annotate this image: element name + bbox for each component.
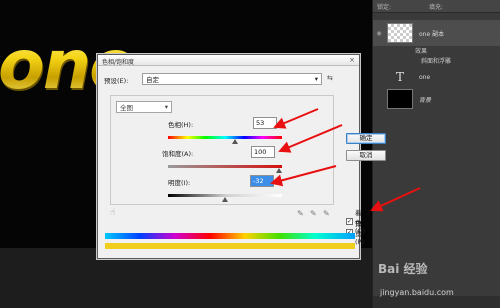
edit-range-dropdown[interactable]: 全图 ▾	[116, 101, 172, 113]
lightness-slider-thumb[interactable]	[222, 197, 228, 202]
layer-name: one 副本	[419, 30, 445, 38]
preset-options-icon[interactable]: ⇆	[327, 74, 333, 82]
preset-dropdown[interactable]: 自定 ▾	[142, 73, 322, 85]
layer-row-one-copy[interactable]: ◉ one 副本	[373, 20, 500, 46]
layer-row-background[interactable]: 背景	[373, 88, 500, 110]
ok-button[interactable]: 确定	[346, 133, 386, 144]
watermark-url: jingyan.baidu.com	[380, 288, 454, 297]
close-icon[interactable]: ×	[349, 57, 355, 64]
saturation-input[interactable]: 100	[251, 146, 275, 158]
dialog-title: 色相/饱和度	[102, 59, 135, 66]
edit-range-value: 全图	[120, 104, 133, 112]
chevron-down-icon: ▾	[164, 103, 168, 111]
hue-input[interactable]: 53	[253, 117, 277, 129]
layers-panel-footer	[373, 296, 500, 308]
effects-label: 效果	[415, 48, 428, 55]
preset-label: 预设(E):	[104, 77, 129, 85]
saturation-slider-thumb[interactable]	[276, 168, 282, 173]
layer-name: one	[419, 73, 431, 81]
watermark-logo: Bai 经验	[378, 260, 428, 277]
layer-name: 背景	[419, 96, 432, 104]
lock-label: 锁定:	[377, 4, 392, 11]
visibility-eye-icon[interactable]: ◉	[373, 30, 385, 37]
hue-slider-track[interactable]	[168, 136, 282, 139]
preview-label: 预览(P)	[355, 220, 364, 246]
source-color-bar	[105, 233, 355, 239]
layers-panel-toolbar: 锁定: 填充:	[373, 0, 500, 13]
lightness-label: 明度(I):	[168, 179, 191, 187]
text-layer-icon: T	[395, 70, 404, 84]
watermark-brand: Bai 经验	[378, 262, 428, 276]
preset-value: 自定	[146, 76, 159, 84]
chevron-down-icon: ▾	[314, 75, 318, 83]
bevel-emboss-label: 斜面和浮雕	[421, 58, 452, 65]
result-color-bar	[105, 243, 355, 249]
targeted-adjustment-hand-icon[interactable]: ☝	[110, 208, 115, 218]
hue-label: 色相(H):	[168, 121, 194, 129]
saturation-label: 饱和度(A):	[162, 150, 194, 158]
fill-label: 填充:	[429, 4, 444, 11]
layer-effects-row[interactable]: 效果	[373, 46, 500, 55]
layer-thumbnail	[387, 23, 413, 43]
lightness-input[interactable]: -32	[250, 175, 274, 187]
hue-saturation-dialog: 色相/饱和度 × 预设(E): 自定 ▾ ⇆ 确定 取消 全图 ▾ 色相(H):…	[97, 54, 386, 259]
eyedropper-minus-icon[interactable]: ✎	[323, 209, 330, 218]
eyedropper-icon[interactable]: ✎	[297, 209, 304, 218]
preview-checkbox-row[interactable]: ✓ 预览(P)	[346, 218, 364, 246]
hue-slider-thumb[interactable]	[232, 139, 238, 144]
eyedropper-plus-icon[interactable]: ✎	[310, 209, 317, 218]
layer-row-one[interactable]: T one	[373, 66, 500, 88]
layer-effect-bevel-row[interactable]: 斜面和浮雕	[373, 56, 500, 65]
saturation-slider-track[interactable]	[168, 165, 282, 168]
dialog-titlebar[interactable]: 色相/饱和度 ×	[98, 55, 359, 66]
layer-thumbnail	[387, 89, 413, 109]
cancel-button[interactable]: 取消	[346, 150, 386, 161]
